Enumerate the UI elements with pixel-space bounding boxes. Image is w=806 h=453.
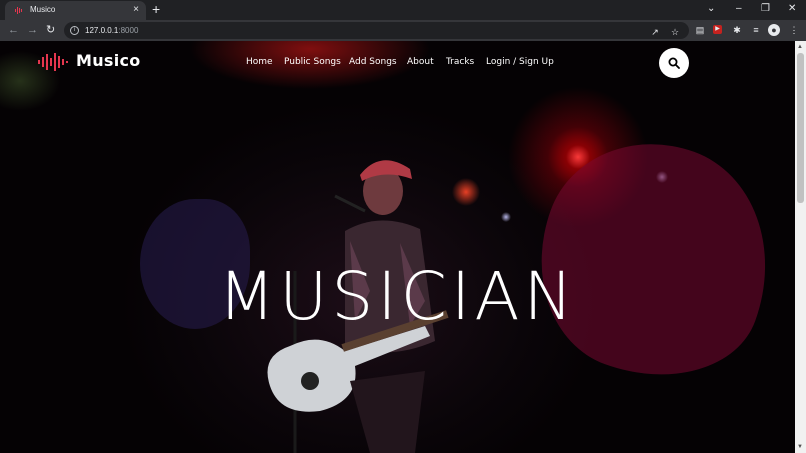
browser-tab-bar: Musico × + ⌄ – ❐ ✕ — [0, 0, 806, 20]
tab-title: Musico — [30, 5, 56, 14]
address-bar[interactable]: i 127.0.0.1:8000 ↗ ☆ — [64, 22, 689, 39]
url-text: 127.0.0.1:8000 — [85, 26, 139, 35]
tab-search-chevron-icon[interactable]: ⌄ — [707, 3, 715, 15]
extension-red-icon[interactable]: ▶ — [713, 25, 722, 34]
extensions-icon[interactable]: ✱ — [731, 24, 743, 36]
reading-list-icon[interactable]: ▤ — [694, 24, 706, 36]
menu-icon[interactable]: ⋮ — [788, 24, 800, 36]
hero-title: MUSICIAN — [218, 258, 577, 335]
scroll-up-icon[interactable]: ▲ — [797, 43, 803, 51]
scroll-down-icon[interactable]: ▼ — [797, 443, 803, 451]
back-icon[interactable]: ← — [8, 23, 19, 37]
nav-add-songs[interactable]: Add Songs — [349, 55, 397, 69]
site-header: Musico Home Public Songs Add Songs About… — [0, 41, 795, 83]
nav-public-songs[interactable]: Public Songs — [284, 55, 341, 69]
page-scrollbar[interactable]: ▲ ▼ — [795, 41, 806, 453]
browser-toolbar: ← → ↻ i 127.0.0.1:8000 ↗ ☆ ▤ ▶ ✱ ≡ ● ⋮ — [0, 20, 806, 41]
nav-tracks[interactable]: Tracks — [446, 55, 474, 69]
music-favicon-icon — [15, 7, 22, 14]
minimize-button[interactable]: – — [736, 3, 742, 15]
tab-close-button[interactable]: × — [133, 4, 139, 16]
search-icon — [668, 57, 680, 69]
browser-tab[interactable]: Musico × — [5, 1, 146, 20]
scroll-thumb[interactable] — [797, 53, 804, 203]
logo-waveform-icon — [38, 53, 68, 71]
hero-section: Musico Home Public Songs Add Songs About… — [0, 41, 795, 453]
profile-icon[interactable]: ● — [768, 24, 780, 36]
restore-button[interactable]: ❐ — [761, 3, 770, 15]
nav-login-signup[interactable]: Login / Sign Up — [486, 55, 554, 69]
reload-icon[interactable]: ↻ — [46, 23, 55, 37]
nav-home[interactable]: Home — [246, 55, 273, 69]
search-button[interactable] — [659, 48, 689, 78]
forward-icon[interactable]: → — [27, 23, 38, 37]
new-tab-button[interactable]: + — [152, 1, 160, 18]
site-logo[interactable]: Musico — [76, 50, 141, 72]
info-icon[interactable]: i — [70, 26, 79, 35]
nav-about[interactable]: About — [407, 55, 434, 69]
media-control-icon[interactable]: ≡ — [750, 24, 762, 36]
close-window-button[interactable]: ✕ — [788, 3, 796, 15]
star-icon[interactable]: ☆ — [669, 26, 681, 38]
share-icon[interactable]: ↗ — [649, 26, 661, 38]
